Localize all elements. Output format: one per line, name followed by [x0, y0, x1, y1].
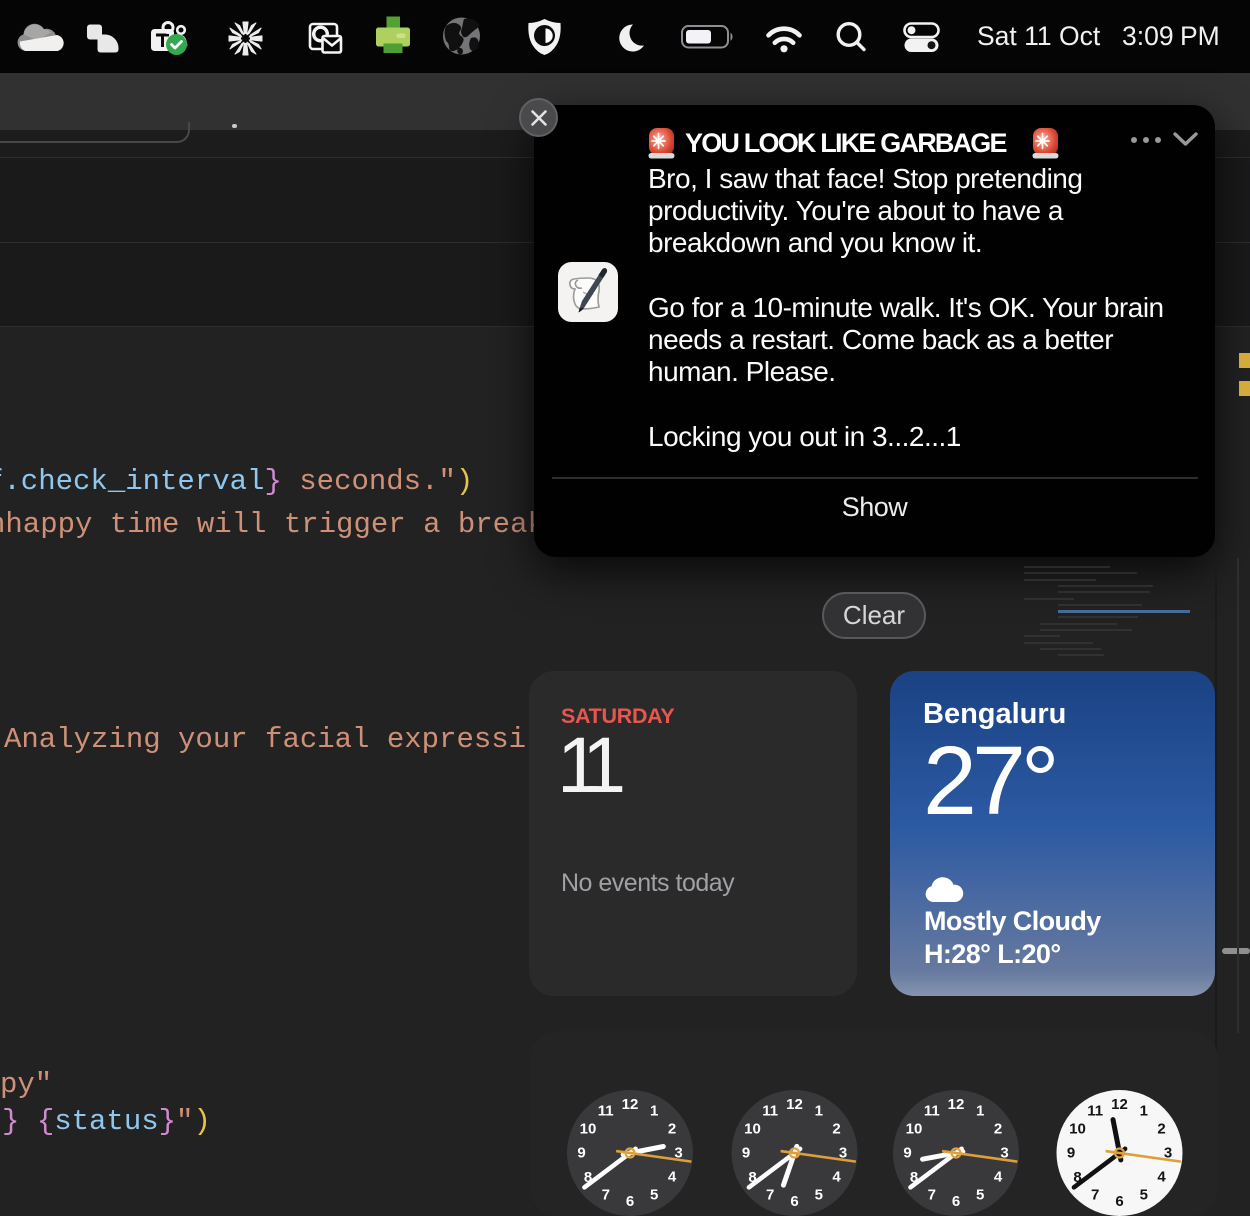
svg-text:5: 5 — [650, 1187, 658, 1204]
svg-text:7: 7 — [928, 1187, 936, 1204]
svg-text:9: 9 — [577, 1145, 585, 1162]
svg-text:PM: PM — [1180, 21, 1220, 51]
svg-text:2: 2 — [1157, 1120, 1165, 1137]
svg-text:3:09: 3:09 — [1122, 21, 1174, 51]
svg-text:10: 10 — [580, 1120, 597, 1137]
svg-text:2: 2 — [994, 1120, 1002, 1137]
svg-text:11: 11 — [598, 1103, 614, 1120]
svg-text:12: 12 — [948, 1096, 965, 1113]
svg-text:10: 10 — [906, 1120, 923, 1137]
svg-text:11: 11 — [762, 1103, 778, 1120]
svg-text:12: 12 — [1111, 1096, 1128, 1113]
svg-text:2: 2 — [668, 1120, 676, 1137]
svg-text:4: 4 — [994, 1169, 1003, 1186]
svg-text:1: 1 — [650, 1103, 658, 1120]
svg-text:4: 4 — [668, 1169, 677, 1186]
svg-text:6: 6 — [626, 1193, 634, 1210]
svg-text:9: 9 — [1067, 1145, 1075, 1162]
svg-text:11: 11 — [1087, 1103, 1103, 1120]
svg-text:5: 5 — [976, 1187, 984, 1204]
svg-text:1: 1 — [815, 1103, 823, 1120]
svg-text:10: 10 — [1069, 1120, 1086, 1137]
svg-text:7: 7 — [1091, 1187, 1099, 1204]
svg-text:6: 6 — [1115, 1193, 1123, 1210]
svg-text:2: 2 — [832, 1120, 840, 1137]
svg-text:9: 9 — [903, 1145, 911, 1162]
svg-text:4: 4 — [1157, 1169, 1166, 1186]
svg-text:Sat 11 Oct: Sat 11 Oct — [977, 21, 1101, 51]
svg-text:10: 10 — [744, 1120, 761, 1137]
svg-text:12: 12 — [786, 1096, 803, 1113]
svg-text:5: 5 — [815, 1187, 823, 1204]
svg-text:6: 6 — [952, 1193, 960, 1210]
svg-text:7: 7 — [602, 1187, 610, 1204]
svg-text:1: 1 — [1140, 1103, 1148, 1120]
svg-text:12: 12 — [622, 1096, 639, 1113]
svg-text:7: 7 — [766, 1187, 774, 1204]
svg-text:1: 1 — [976, 1103, 984, 1120]
svg-text:6: 6 — [790, 1193, 798, 1210]
svg-text:9: 9 — [742, 1145, 750, 1162]
svg-text:11: 11 — [924, 1103, 940, 1120]
svg-text:5: 5 — [1140, 1187, 1148, 1204]
svg-text:4: 4 — [832, 1169, 841, 1186]
